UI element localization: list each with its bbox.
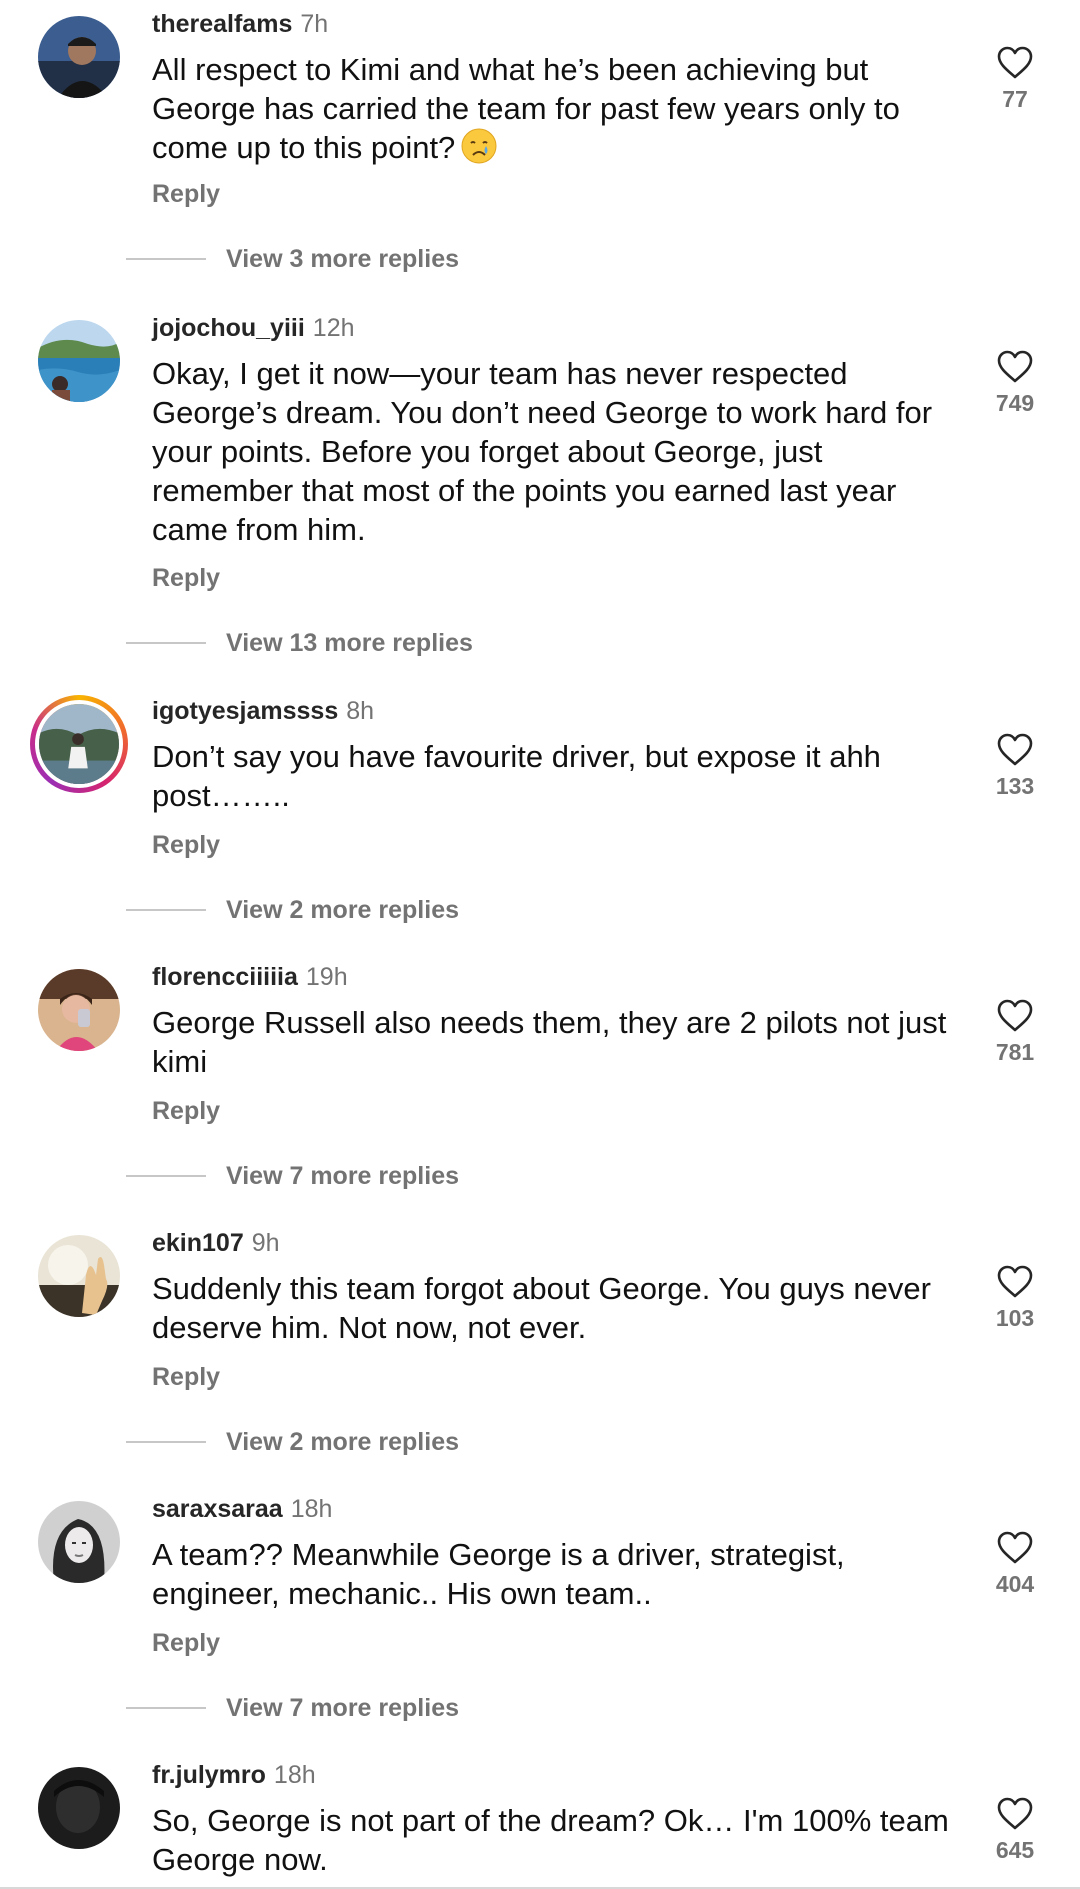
comment-meta: florencciiiiia 19h — [152, 961, 348, 993]
timestamp: 18h — [290, 1495, 333, 1523]
comment-meta: therealfams 7h — [152, 8, 328, 40]
reply-button[interactable]: Reply — [152, 1097, 220, 1126]
avatar[interactable] — [38, 969, 120, 1051]
avatar[interactable] — [38, 1767, 120, 1849]
comment-meta: ekin107 9h — [152, 1227, 280, 1259]
reply-button[interactable]: Reply — [152, 180, 220, 209]
avatar-image — [35, 700, 123, 788]
comment-text: Suddenly this team forgot about George. … — [152, 1271, 931, 1345]
like-count: 133 — [995, 773, 1035, 799]
heart-icon[interactable] — [996, 999, 1034, 1033]
view-more-replies[interactable]: View 7 more replies — [126, 1161, 459, 1191]
like-count: 77 — [1002, 86, 1028, 112]
view-more-label: View 2 more replies — [226, 1427, 459, 1456]
username[interactable]: ekin107 — [152, 1229, 244, 1257]
like-count: 103 — [995, 1305, 1035, 1331]
like-section: 645 — [980, 1797, 1050, 1864]
heart-icon[interactable] — [996, 350, 1034, 384]
view-more-replies[interactable]: View 2 more replies — [126, 895, 459, 925]
timestamp: 18h — [273, 1761, 316, 1789]
comment-text: Okay, I get it now—your team has never r… — [152, 356, 933, 547]
heart-icon[interactable] — [996, 733, 1034, 767]
divider-line — [126, 258, 206, 260]
view-more-replies[interactable]: View 13 more replies — [126, 628, 473, 658]
divider-line — [126, 909, 206, 911]
comment-text: So, George is not part of the dream? Ok…… — [152, 1803, 949, 1877]
username[interactable]: fr.julymro — [152, 1761, 266, 1789]
heart-icon[interactable] — [996, 1531, 1034, 1565]
divider-line — [126, 1175, 206, 1177]
heart-icon[interactable] — [996, 1265, 1034, 1299]
avatar-image — [38, 1235, 120, 1317]
view-more-replies[interactable]: View 2 more replies — [126, 1427, 459, 1457]
like-count: 645 — [995, 1837, 1035, 1863]
heart-icon[interactable] — [996, 1797, 1034, 1831]
username[interactable]: igotyesjamssss — [152, 697, 338, 725]
timestamp: 8h — [346, 697, 375, 725]
like-section: 404 — [980, 1531, 1050, 1598]
like-section: 103 — [980, 1265, 1050, 1332]
avatar[interactable] — [38, 1235, 120, 1317]
comment-meta: jojochou_yiii 12h — [152, 312, 355, 344]
like-count: 749 — [995, 390, 1035, 416]
timestamp: 9h — [251, 1229, 280, 1257]
reply-button[interactable]: Reply — [152, 1629, 220, 1658]
like-section: 749 — [980, 350, 1050, 417]
comment-text: George Russell also needs them, they are… — [152, 1005, 947, 1079]
username[interactable]: jojochou_yiii — [152, 314, 305, 342]
reply-button[interactable]: Reply — [152, 564, 220, 593]
avatar-image — [38, 16, 120, 98]
username[interactable]: florencciiiiia — [152, 963, 298, 991]
timestamp: 12h — [312, 314, 355, 342]
divider-line — [126, 642, 206, 644]
like-section: 133 — [980, 733, 1050, 800]
like-count: 781 — [995, 1039, 1035, 1065]
avatar[interactable] — [38, 1501, 120, 1583]
comment-text: All respect to Kimi and what he’s been a… — [152, 50, 952, 167]
reply-button[interactable]: Reply — [152, 831, 220, 860]
view-more-label: View 13 more replies — [226, 628, 473, 657]
avatar[interactable] — [38, 320, 120, 402]
avatar-image — [38, 1767, 120, 1849]
view-more-replies[interactable]: View 7 more replies — [126, 1693, 459, 1723]
view-more-label: View 7 more replies — [226, 1161, 459, 1190]
like-section: 781 — [980, 999, 1050, 1066]
heart-icon[interactable] — [996, 46, 1034, 80]
comment-meta: saraxsaraa 18h — [152, 1493, 332, 1525]
divider-line — [126, 1441, 206, 1443]
comment-text-body: All respect to Kimi and what he’s been a… — [152, 52, 900, 165]
reply-button[interactable]: Reply — [152, 1363, 220, 1392]
username[interactable]: therealfams — [152, 10, 292, 38]
avatar-image — [38, 320, 120, 402]
avatar-with-story-ring[interactable] — [30, 695, 128, 793]
avatar-image — [38, 969, 120, 1051]
avatar[interactable] — [38, 16, 120, 98]
comment-meta: igotyesjamssss 8h — [152, 695, 374, 727]
crying-face-icon — [461, 128, 497, 164]
divider-line — [126, 1707, 206, 1709]
view-more-replies[interactable]: View 3 more replies — [126, 244, 459, 274]
timestamp: 19h — [305, 963, 348, 991]
view-more-label: View 3 more replies — [226, 244, 459, 273]
comment-text: A team?? Meanwhile George is a driver, s… — [152, 1537, 845, 1611]
like-count: 404 — [995, 1571, 1035, 1597]
timestamp: 7h — [300, 10, 329, 38]
username[interactable]: saraxsaraa — [152, 1495, 283, 1523]
comment-meta: fr.julymro 18h — [152, 1759, 316, 1791]
view-more-label: View 2 more replies — [226, 895, 459, 924]
view-more-label: View 7 more replies — [226, 1693, 459, 1722]
like-section: 77 — [980, 46, 1050, 113]
avatar-image — [38, 1501, 120, 1583]
comment-text: Don’t say you have favourite driver, but… — [152, 739, 881, 813]
